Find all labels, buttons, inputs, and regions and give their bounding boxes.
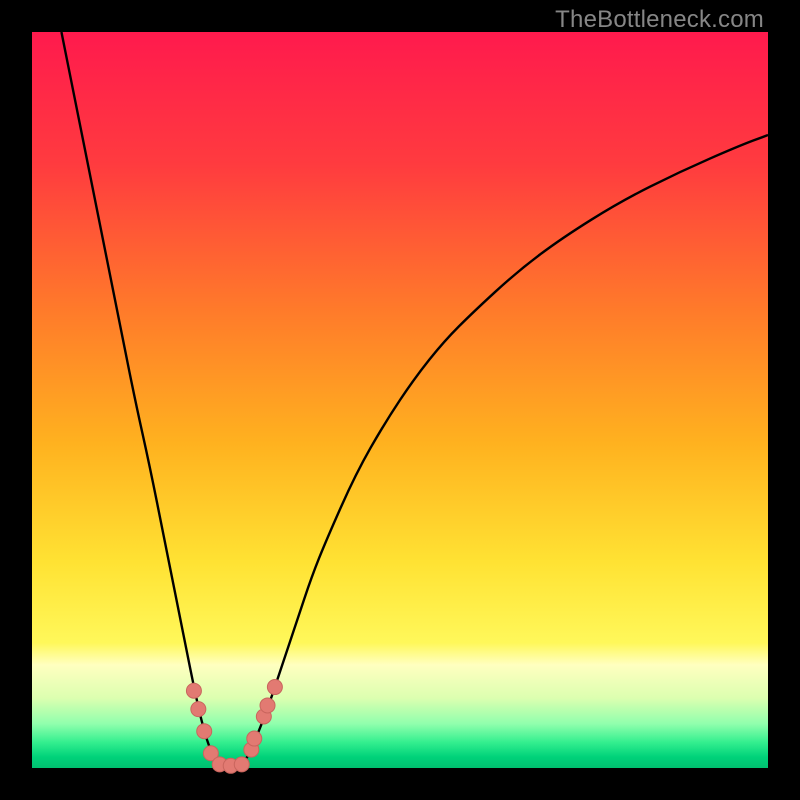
curve-marker [191, 702, 206, 717]
curve-marker [186, 683, 201, 698]
curve-marker [267, 680, 282, 695]
bottleneck-curve [61, 32, 768, 768]
curve-marker [234, 757, 249, 772]
watermark-text: TheBottleneck.com [555, 6, 764, 34]
chart-svg [32, 32, 768, 768]
curve-marker [197, 724, 212, 739]
curve-marker [247, 731, 262, 746]
curve-marker [260, 698, 275, 713]
curve-markers [186, 680, 282, 774]
